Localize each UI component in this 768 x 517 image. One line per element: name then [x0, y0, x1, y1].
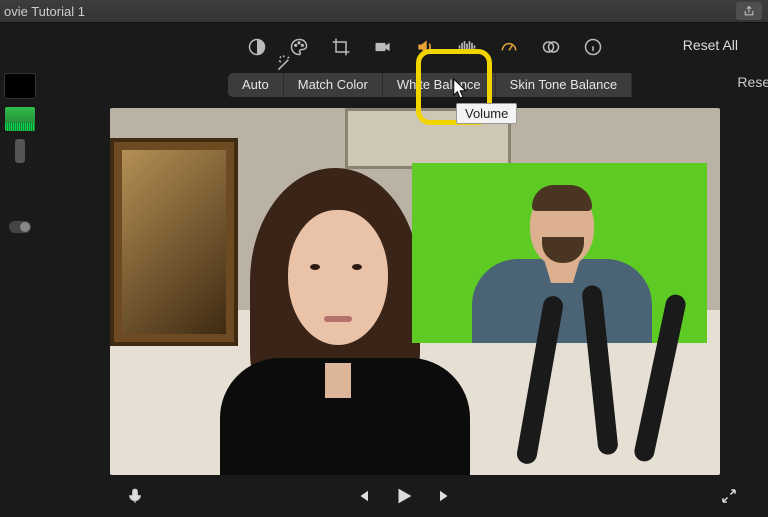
- cursor-pointer-icon: [452, 77, 470, 104]
- segment-white-balance[interactable]: White Balance: [383, 73, 496, 97]
- crop-icon[interactable]: [331, 37, 351, 57]
- overlap-circles-icon[interactable]: [541, 37, 561, 57]
- palette-icon[interactable]: [289, 37, 309, 57]
- color-mode-segmented: Auto Match Color White Balance Skin Tone…: [40, 71, 768, 98]
- transport-controls: [40, 479, 768, 517]
- reset-button[interactable]: Reset: [737, 74, 768, 90]
- clip-thumbnail[interactable]: [4, 73, 36, 99]
- volume-tooltip: Volume: [456, 103, 517, 124]
- preview-prop: [520, 285, 720, 475]
- reset-all-button[interactable]: Reset All: [683, 37, 738, 53]
- info-icon[interactable]: [583, 37, 603, 57]
- speed-gauge-icon[interactable]: [499, 37, 519, 57]
- expand-button[interactable]: [720, 487, 738, 510]
- video-preview[interactable]: [110, 108, 720, 475]
- volume-icon[interactable]: [415, 37, 435, 57]
- contrast-icon[interactable]: [247, 37, 267, 57]
- play-button[interactable]: [393, 485, 415, 512]
- share-icon: [743, 4, 755, 18]
- segment-skin-tone[interactable]: Skin Tone Balance: [496, 73, 632, 97]
- share-button[interactable]: [736, 2, 762, 20]
- title-bar: ovie Tutorial 1: [0, 0, 768, 23]
- adjustments-toolbar: Reset All: [40, 23, 768, 71]
- microphone-icon[interactable]: [126, 487, 144, 510]
- window-title: ovie Tutorial 1: [0, 4, 85, 19]
- skip-forward-button[interactable]: [437, 487, 455, 510]
- camera-icon[interactable]: [373, 37, 393, 57]
- equalizer-icon[interactable]: [457, 37, 477, 57]
- clip-thumbnail[interactable]: [5, 107, 35, 131]
- segment-auto[interactable]: Auto: [228, 73, 284, 97]
- skip-back-button[interactable]: [353, 487, 371, 510]
- segment-match-color[interactable]: Match Color: [284, 73, 383, 97]
- sidebar-toggle[interactable]: [9, 221, 31, 233]
- clip-thumbnail[interactable]: [15, 139, 25, 163]
- media-sidebar: [0, 23, 40, 517]
